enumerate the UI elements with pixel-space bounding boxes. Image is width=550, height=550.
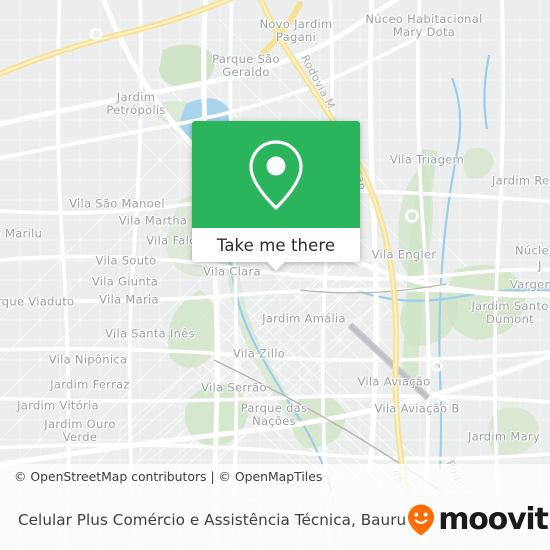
take-me-there-callout[interactable]: Take me there	[192, 121, 360, 271]
moovit-wordmark: moovit	[438, 501, 549, 537]
footer-bar: Celular Plus Comércio e Assistência Técn…	[0, 489, 550, 550]
callout-action-panel[interactable]: Take me there	[192, 228, 360, 271]
place-title: Celular Plus Comércio e Assistência Técn…	[18, 510, 407, 529]
map-attribution-bar: © OpenStreetMap contributors | © OpenMap…	[0, 464, 550, 489]
moovit-map-screenshot: Novo Jardim Pagani Núceo Habitacional Mar…	[0, 0, 550, 550]
callout-pointer-tail	[266, 261, 286, 271]
moovit-logo[interactable]: moovit	[406, 501, 549, 537]
attribution-text[interactable]: © OpenStreetMap contributors | © OpenMap…	[0, 469, 322, 484]
callout-icon-panel	[192, 121, 360, 228]
map-pin-icon	[249, 139, 303, 210]
moovit-smiley-pin-icon	[408, 504, 435, 535]
callout-label: Take me there	[216, 235, 336, 255]
